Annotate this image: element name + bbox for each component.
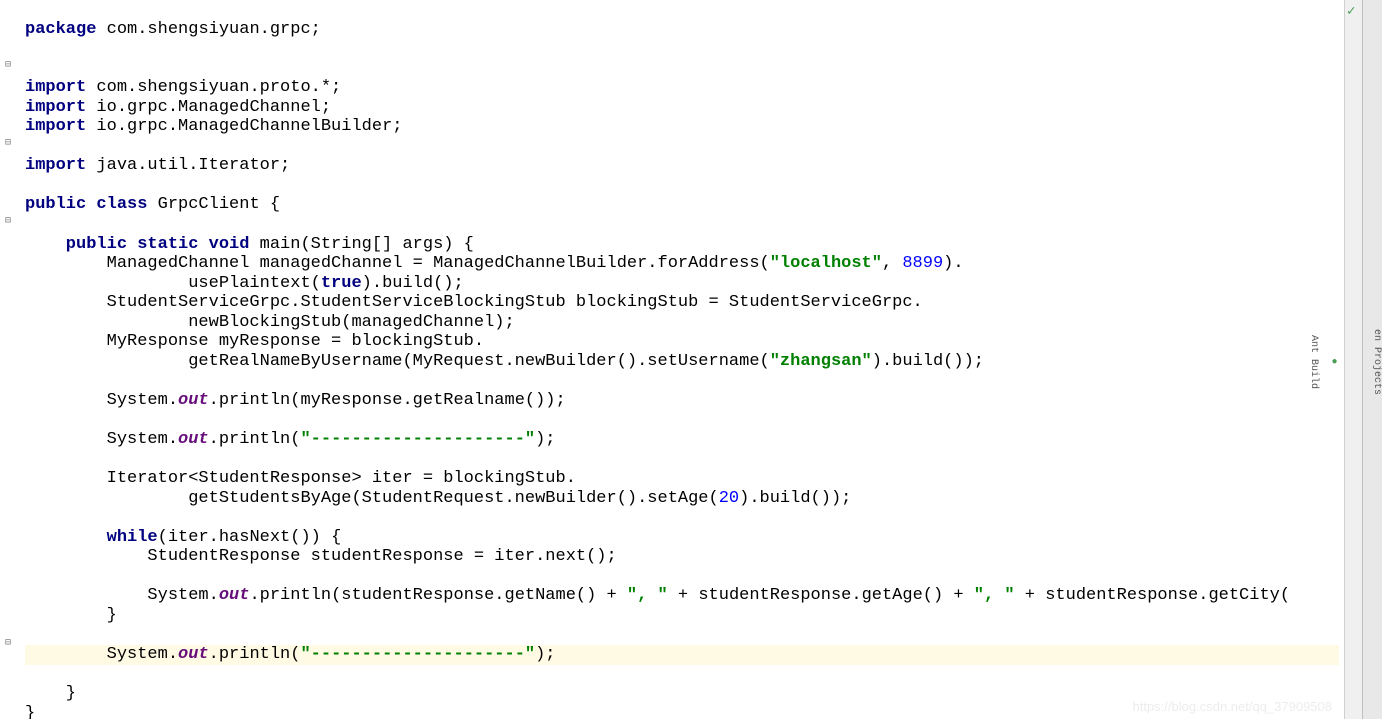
code-text: getRealNameByUsername(MyRequest.newBuild… <box>25 352 770 371</box>
code-text: ManagedChannel managedChannel = ManagedC… <box>25 254 770 273</box>
code-text: GrpcClient { <box>147 195 280 214</box>
keyword: package <box>25 20 96 39</box>
tool-window-projects[interactable]: en Projects <box>1371 326 1382 398</box>
code-text: + studentResponse.getCity( <box>1015 586 1290 605</box>
code-text: io.grpc.ManagedChannelBuilder; <box>86 117 402 136</box>
code-text: ); <box>535 645 555 664</box>
right-tool-strip: en Projects ▮ Database ● Ant Build <box>1362 0 1382 719</box>
keyword: import <box>25 78 86 97</box>
code-text: ); <box>535 430 555 449</box>
code-text: StudentServiceGrpc.StudentServiceBlockin… <box>25 293 923 312</box>
watermark: https://blog.csdn.net/qq_37909508 <box>1133 699 1333 714</box>
code-text: } <box>25 704 35 719</box>
code-text: usePlaintext( <box>25 274 321 293</box>
keyword: public class <box>25 195 147 214</box>
editor-gutter: ⊟ ⊟ ⊟ ⊟ <box>0 0 20 719</box>
keyword: true <box>321 274 362 293</box>
code-text: .println( <box>209 645 301 664</box>
keyword: while <box>107 528 158 547</box>
code-text: newBlockingStub(managedChannel); <box>25 313 515 332</box>
fold-icon[interactable]: ⊟ <box>5 137 11 149</box>
code-text: System. <box>25 430 178 449</box>
code-text: io.grpc.ManagedChannel; <box>86 98 331 117</box>
code-text: System. <box>25 586 219 605</box>
code-text: .println( <box>209 430 301 449</box>
string-literal: ", " <box>974 586 1015 605</box>
code-text: (iter.hasNext()) { <box>158 528 342 547</box>
field-ref: out <box>178 430 209 449</box>
code-text: System. <box>25 391 178 410</box>
code-text: , <box>882 254 902 273</box>
code-text: ). <box>943 254 963 273</box>
field-ref: out <box>178 645 209 664</box>
code-text: getStudentsByAge(StudentRequest.newBuild… <box>25 489 719 508</box>
check-icon: ✓ <box>1347 3 1355 20</box>
code-text: .println(myResponse.getRealname()); <box>209 391 566 410</box>
string-literal: "---------------------" <box>300 645 535 664</box>
code-text: .println(studentResponse.getName() + <box>249 586 626 605</box>
code-text: com.shengsiyuan.proto.*; <box>86 78 341 97</box>
fold-icon[interactable]: ⊟ <box>5 215 11 227</box>
code-text: System. <box>25 645 178 664</box>
number-literal: 20 <box>719 489 739 508</box>
code-text: StudentResponse studentResponse = iter.n… <box>25 547 617 566</box>
keyword: import <box>25 156 86 175</box>
code-text: Iterator<StudentResponse> iter = blockin… <box>25 469 576 488</box>
code-text: ).build(); <box>362 274 464 293</box>
code-text: com.shengsiyuan.grpc; <box>96 20 320 39</box>
code-text: } <box>25 606 117 625</box>
field-ref: out <box>178 391 209 410</box>
code-text: java.util.Iterator; <box>86 156 290 175</box>
keyword: import <box>25 117 86 136</box>
number-literal: 8899 <box>902 254 943 273</box>
code-text: ).build()); <box>739 489 851 508</box>
fold-icon[interactable]: ⊟ <box>5 637 11 649</box>
string-literal: "---------------------" <box>300 430 535 449</box>
code-text: } <box>25 684 76 703</box>
code-editor[interactable]: package com.shengsiyuan.grpc; import com… <box>20 0 1344 719</box>
code-text: main(String[] args) { <box>249 235 473 254</box>
string-literal: ", " <box>627 586 668 605</box>
highlighted-line: System.out.println("--------------------… <box>25 645 1339 665</box>
string-literal: "zhangsan" <box>770 352 872 371</box>
field-ref: out <box>219 586 250 605</box>
tool-window-gradle[interactable]: ● <box>1329 354 1340 371</box>
error-stripe[interactable]: ✓ <box>1344 0 1362 719</box>
fold-icon[interactable]: ⊟ <box>5 59 11 71</box>
keyword: public static void <box>25 235 249 254</box>
keyword: import <box>25 98 86 117</box>
code-text: + studentResponse.getAge() + <box>668 586 974 605</box>
code-text: ).build()); <box>872 352 984 371</box>
gradle-icon: ● <box>1329 357 1340 368</box>
tool-window-ant[interactable]: Ant Build <box>1308 332 1319 392</box>
string-literal: "localhost" <box>770 254 882 273</box>
code-text: MyResponse myResponse = blockingStub. <box>25 332 484 351</box>
code-text <box>25 528 107 547</box>
